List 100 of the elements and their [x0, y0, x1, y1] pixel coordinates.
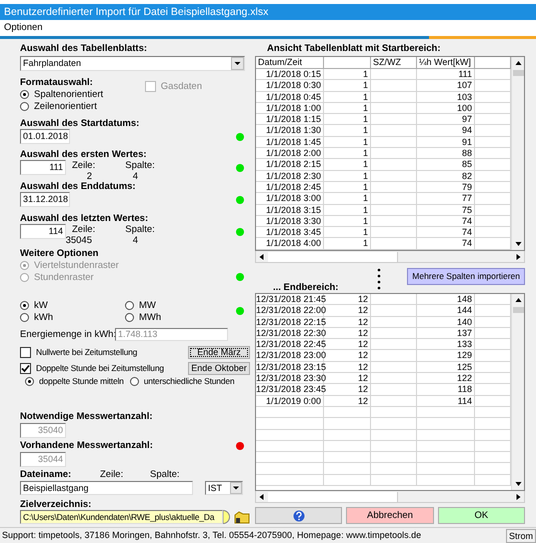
status-mode: Strom: [506, 528, 536, 542]
table-cell: 122: [417, 373, 475, 384]
empty-cell: [371, 362, 417, 374]
column-number: 4: [132, 172, 138, 182]
filename-field[interactable]: Beispiellastgang: [20, 481, 193, 495]
empty-cell: [324, 452, 371, 464]
radio-button[interactable]: [25, 376, 34, 386]
empty-cell: [371, 227, 417, 238]
table-cell: 12: [324, 362, 371, 374]
column-header: [324, 57, 371, 69]
table-cell: 1/1/2018 0:15: [256, 69, 324, 80]
section-heading: Dateiname:: [20, 469, 72, 480]
checkbox[interactable]: [20, 347, 31, 358]
table-cell: 1/1/2018 1:15: [256, 114, 324, 126]
type-dropdown[interactable]: IST: [205, 481, 243, 495]
empty-cell: [417, 452, 475, 464]
table-cell: 12/31/2018 22:30: [256, 328, 324, 340]
empty-cell: [256, 452, 324, 464]
directory-field[interactable]: C:\Users\Daten\Kundendaten\RWE_plus\aktuelle_Da: [20, 510, 223, 524]
table-cell: 1/1/2018 2:00: [256, 148, 324, 160]
empty-cell: [371, 193, 417, 205]
checkbox-label: Nullwerte bei Zeitumstellung: [36, 347, 138, 358]
import-columns-button[interactable]: Mehrere Spalten importieren: [407, 268, 525, 285]
date-field[interactable]: 01.01.2018: [20, 129, 70, 144]
scroll-thumb[interactable]: [268, 492, 398, 502]
field-cap-icon: [223, 510, 230, 524]
scroll-thumb[interactable]: [513, 307, 524, 313]
empty-cell: [371, 350, 417, 362]
horizontal-scrollbar[interactable]: [255, 491, 525, 503]
empty-cell: [371, 418, 417, 430]
checkbox[interactable]: [20, 363, 31, 374]
scroll-thumb[interactable]: [513, 70, 524, 76]
empty-cell: [371, 92, 417, 103]
table-cell: 1/1/2019 0:00: [256, 396, 324, 407]
sheet-dropdown[interactable]: Fahrplandaten: [20, 56, 245, 71]
radio-button[interactable]: [20, 300, 29, 310]
menu-item[interactable]: Optionen: [4, 22, 43, 34]
empty-cell: [371, 474, 417, 486]
row-number: 35045: [64, 236, 92, 246]
table-cell: 12/31/2018 22:45: [256, 339, 324, 350]
table-cell: 1: [324, 148, 371, 160]
table-cell: 79: [417, 182, 475, 194]
table-cell: 1: [324, 204, 371, 216]
empty-cell: [324, 463, 371, 475]
table-cell: 1/1/2018 3:00: [256, 193, 324, 205]
table-cell: 88: [417, 148, 475, 160]
status-text: Support: timpetools, 37186 Moringen, Bahnhofstr. 3, Tel. 05554-2075900, Homepage: www.timpetools.de: [2, 530, 422, 541]
empty-cell: [371, 384, 417, 396]
empty-cell: [371, 159, 417, 171]
empty-cell: [417, 406, 475, 418]
empty-cell: [371, 204, 417, 216]
table-cell: 1/1/2018 3:15: [256, 204, 324, 216]
ok-button[interactable]: OK: [438, 507, 525, 524]
empty-cell: [371, 440, 417, 452]
vertical-scrollbar[interactable]: [511, 294, 524, 490]
table-cell: 118: [417, 384, 475, 396]
table-cell: 75: [417, 204, 475, 216]
table-cell: 1: [324, 193, 371, 205]
season-button[interactable]: Ende März: [188, 346, 250, 359]
table-cell: 74: [417, 227, 475, 238]
vertical-scrollbar[interactable]: [511, 57, 524, 250]
radio-button[interactable]: [125, 300, 134, 310]
value-field[interactable]: 114: [20, 224, 66, 239]
section-heading: Ansicht Tabellenblatt mit Startbereich:: [266, 43, 442, 54]
radio-button[interactable]: [20, 312, 29, 322]
table-cell: 1: [324, 114, 371, 126]
table-cell: 12/31/2018 23:00: [256, 350, 324, 362]
count-field: 35044: [20, 452, 66, 467]
empty-cell: [324, 474, 371, 486]
help-button[interactable]: [255, 507, 342, 524]
date-field[interactable]: 31.12.2018: [20, 192, 70, 207]
value-field[interactable]: 111: [20, 160, 66, 175]
radio-label: Zeilenorientiert: [34, 100, 97, 112]
section-heading: Auswahl des Startdatums:: [20, 118, 140, 129]
cancel-button[interactable]: Abbrechen: [346, 507, 434, 524]
empty-cell: [371, 396, 417, 407]
season-button[interactable]: Ende Oktober: [188, 362, 250, 375]
radio-button[interactable]: [20, 90, 29, 98]
radio-label: unterschiedliche Stunden: [144, 376, 234, 386]
radio-button[interactable]: [125, 312, 134, 322]
table-cell: 1/1/2018 0:30: [256, 80, 324, 92]
table-cell: 91: [417, 136, 475, 148]
table-cell: 12/31/2018 22:00: [256, 305, 324, 317]
window-title: Benutzerdefinierter Import für Datei Beispiellastgang.xlsx: [0, 4, 536, 20]
scroll-thumb[interactable]: [268, 252, 398, 262]
folder-icon[interactable]: [234, 510, 250, 524]
count-field: 35040: [20, 423, 66, 438]
empty-cell: [417, 440, 475, 452]
table-cell: 12: [324, 294, 371, 306]
radio-button[interactable]: [20, 102, 29, 110]
empty-cell: [324, 440, 371, 452]
empty-cell: [371, 430, 417, 441]
table-cell: 111: [417, 69, 475, 80]
horizontal-scrollbar[interactable]: [255, 251, 525, 263]
empty-cell: [256, 430, 324, 441]
radio-button[interactable]: [130, 376, 139, 386]
table-cell: 1: [324, 136, 371, 148]
table-cell: 12/31/2018 23:15: [256, 362, 324, 374]
radio-label: Viertelstundenraster: [34, 260, 119, 270]
empty-cell: [371, 148, 417, 160]
